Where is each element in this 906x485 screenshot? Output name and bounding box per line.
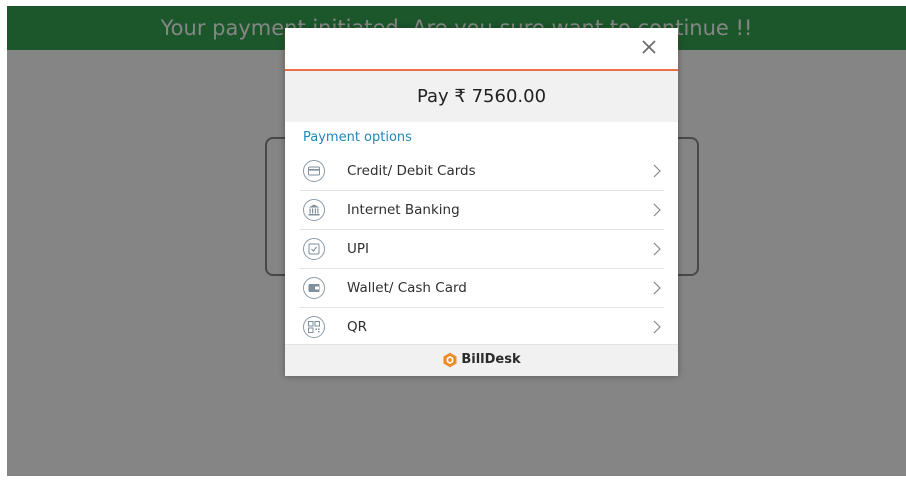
chevron-right-icon bbox=[652, 203, 662, 222]
payment-options-list: Credit/ Debit Cards Internet Banking UPI… bbox=[300, 152, 664, 346]
modal-header bbox=[285, 28, 678, 71]
option-qr[interactable]: QR bbox=[300, 308, 664, 346]
option-wallet-cash-card[interactable]: Wallet/ Cash Card bbox=[300, 269, 664, 308]
option-label: Internet Banking bbox=[347, 202, 460, 218]
close-icon[interactable] bbox=[640, 38, 658, 56]
bank-icon bbox=[303, 199, 325, 221]
modal-footer: BillDesk bbox=[285, 344, 678, 376]
brand-name: BillDesk bbox=[461, 352, 521, 367]
option-label: UPI bbox=[347, 241, 370, 257]
qr-icon bbox=[303, 316, 325, 338]
billdesk-logo-icon bbox=[443, 352, 457, 368]
option-upi[interactable]: UPI bbox=[300, 230, 664, 269]
option-label: QR bbox=[347, 319, 368, 335]
chevron-right-icon bbox=[652, 320, 662, 339]
chevron-right-icon bbox=[652, 242, 662, 261]
page: Your payment initiated. Are you sure wan… bbox=[7, 6, 906, 476]
upi-icon bbox=[303, 238, 325, 260]
card-icon bbox=[303, 160, 325, 182]
option-internet-banking[interactable]: Internet Banking bbox=[300, 191, 664, 230]
wallet-icon bbox=[303, 277, 325, 299]
option-label: Wallet/ Cash Card bbox=[347, 280, 467, 296]
payment-modal: Pay ₹ 7560.00 Payment options Credit/ De… bbox=[285, 28, 678, 376]
option-label: Credit/ Debit Cards bbox=[347, 163, 476, 179]
payment-options-title: Payment options bbox=[303, 130, 412, 145]
chevron-right-icon bbox=[652, 164, 662, 183]
billdesk-brand: BillDesk bbox=[442, 352, 521, 368]
pay-amount: Pay ₹ 7560.00 bbox=[285, 71, 678, 122]
option-credit-debit-cards[interactable]: Credit/ Debit Cards bbox=[300, 152, 664, 191]
chevron-right-icon bbox=[652, 281, 662, 300]
